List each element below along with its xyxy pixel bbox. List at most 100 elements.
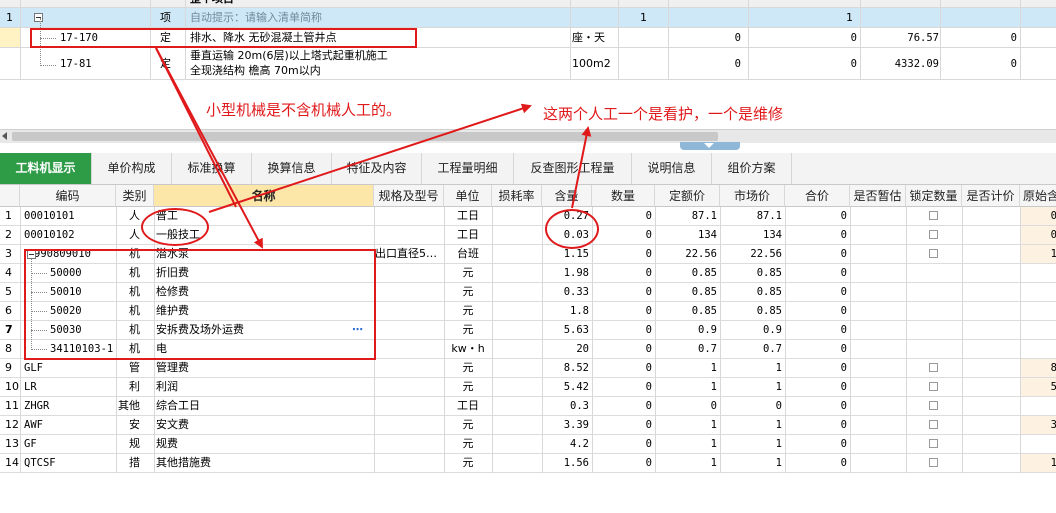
tab-reverse-lookup[interactable]: 反查图形工程量 — [514, 153, 632, 184]
top-row-17-81[interactable]: 17-81 定 垂直运输 20m(6层)以上塔式起重机施工 全现浇结构 檐高 7… — [0, 48, 1056, 80]
lock-quantity-checkbox[interactable] — [929, 439, 938, 448]
cell-no: 13 — [5, 437, 19, 450]
top-row-name-line1[interactable]: 垂直运输 20m(6层)以上塔式起重机施工 — [190, 48, 405, 63]
cell-qty: 0 — [645, 248, 652, 260]
top-row-project[interactable]: 1 项 自动提示：请输入清单简称 1 1 — [0, 8, 1056, 28]
cell-market[interactable]: 1 — [720, 359, 785, 377]
cell-market[interactable]: 134 — [720, 226, 785, 244]
cell-market[interactable]: 22.56 — [720, 245, 785, 263]
cell-market[interactable]: 1 — [720, 416, 785, 434]
cell-name[interactable]: 利润 — [154, 378, 374, 396]
cell-market[interactable]: 87.1 — [720, 207, 785, 225]
cell-orig: 0 — [1020, 226, 1056, 244]
lock-quantity-checkbox[interactable] — [929, 420, 938, 429]
tab-unit-price[interactable]: 单价构成 — [92, 153, 172, 184]
cell-unit: 元 — [462, 437, 474, 450]
cell-content[interactable]: 3.39 — [542, 416, 592, 434]
cell-market[interactable]: 1 — [720, 435, 785, 453]
cell-quota: 1 — [710, 438, 717, 450]
cell-content[interactable]: 20 — [542, 340, 592, 358]
cell-market[interactable]: 0.9 — [720, 321, 785, 339]
tab-features[interactable]: 特征及内容 — [332, 153, 422, 184]
cell-market[interactable]: 0.85 — [720, 302, 785, 320]
tab-pricing-plan[interactable]: 组价方案 — [712, 153, 792, 184]
tab-quantity-detail[interactable]: 工程量明细 — [422, 153, 514, 184]
resource-row[interactable]: 10 LR 利利润元 5.42 0 1 1 0 5 — [0, 378, 1056, 397]
lock-quantity-checkbox[interactable] — [929, 401, 938, 410]
cell-content[interactable]: 1.56 — [542, 454, 592, 472]
cell-name[interactable]: 综合工日 — [154, 397, 374, 415]
cell-content[interactable]: 0.33 — [542, 283, 592, 301]
scrollbar-thumb[interactable] — [12, 132, 718, 141]
cell-code: ZHGR — [24, 400, 50, 412]
col-quota-price-header[interactable]: 定额价 — [655, 185, 720, 207]
col-qty-header[interactable]: 数量 — [592, 185, 655, 207]
scroll-left-arrow-icon[interactable] — [2, 132, 7, 140]
top-row-v3: 76.57 — [907, 32, 939, 44]
cell-quota: 87.1 — [691, 210, 717, 222]
col-estimate-header[interactable]: 是否暂估 — [850, 185, 906, 207]
cell-content[interactable]: 1.98 — [542, 264, 592, 282]
resource-row[interactable]: 11 ZHGR 其他 综合工日 工日 0.3 0 0 0 0 — [0, 397, 1056, 416]
cell-market[interactable]: 1 — [720, 378, 785, 396]
tab-standard-conversion[interactable]: 标准换算 — [172, 153, 252, 184]
col-spec-header[interactable]: 规格及型号 — [374, 185, 444, 207]
lock-quantity-checkbox[interactable] — [929, 211, 938, 220]
top-grid-header: 整个项目 — [0, 0, 1056, 8]
col-total-header[interactable]: 合价 — [785, 185, 850, 207]
cell-name[interactable]: 其他措施费 — [154, 454, 374, 472]
cell-market[interactable]: 0.85 — [720, 283, 785, 301]
cell-total: 0 — [840, 324, 847, 336]
cell-content[interactable]: 4.2 — [542, 435, 592, 453]
cell-content[interactable]: 1.8 — [542, 302, 592, 320]
cell-market[interactable]: 0 — [720, 397, 785, 415]
cell-name[interactable]: 安文费 — [154, 416, 374, 434]
cell-no: 9 — [5, 361, 12, 374]
cell-total: 0 — [840, 381, 847, 393]
cell-total: 0 — [840, 362, 847, 374]
col-loss-header[interactable]: 损耗率 — [492, 185, 542, 207]
resource-row[interactable]: 12 AWF 安 安文费 元 3.39 0 1 1 0 3 — [0, 416, 1056, 435]
resource-row[interactable]: 14 QTCSF 措其他措施费元 1.56 0 1 1 0 1 — [0, 454, 1056, 473]
col-category-header[interactable]: 类别 — [116, 185, 154, 207]
col-code-header[interactable]: 编码 — [20, 185, 116, 207]
horizontal-scrollbar[interactable] — [0, 129, 1056, 143]
cell-no: 8 — [5, 342, 12, 355]
tab-description[interactable]: 说明信息 — [632, 153, 712, 184]
cell-quota: 134 — [698, 229, 717, 241]
tab-conversion-info[interactable]: 换算信息 — [252, 153, 332, 184]
lock-quantity-checkbox[interactable] — [929, 458, 938, 467]
resource-row[interactable]: 9 GLF 管 管理费 元 8.52 0 1 1 0 8 — [0, 359, 1056, 378]
cell-content[interactable]: 8.52 — [542, 359, 592, 377]
col-market-price-header[interactable]: 市场价 — [720, 185, 785, 207]
cell-name[interactable]: 规费 — [154, 435, 374, 453]
highlight-box-top-row — [30, 28, 417, 48]
cell-content[interactable]: 5.63 — [542, 321, 592, 339]
resource-row[interactable]: 13 GF 规 规费 元 4.2 0 1 1 0 — [0, 435, 1056, 454]
tab-material-machine[interactable]: 工料机显示 — [0, 153, 92, 184]
col-index-header — [0, 185, 20, 207]
lock-quantity-checkbox[interactable] — [929, 363, 938, 372]
col-content-header[interactable]: 含量 — [542, 185, 592, 207]
cell-name[interactable]: 管理费 — [154, 359, 374, 377]
splitter-handle[interactable] — [680, 142, 740, 150]
cell-content[interactable]: 0.3 — [542, 397, 592, 415]
top-row-name[interactable]: 自动提示：请输入清单简称 — [190, 9, 390, 27]
col-unit-header[interactable]: 单位 — [444, 185, 492, 207]
cell-market[interactable]: 0.7 — [720, 340, 785, 358]
top-row-v4: 0 — [1010, 32, 1017, 44]
col-priced-header[interactable]: 是否计价 — [962, 185, 1020, 207]
cell-qty: 0 — [645, 362, 652, 374]
row-selector[interactable] — [0, 28, 20, 47]
lock-quantity-checkbox[interactable] — [929, 230, 938, 239]
cell-cat: 利 — [129, 380, 140, 393]
cell-market[interactable]: 0.85 — [720, 264, 785, 282]
lock-quantity-checkbox[interactable] — [929, 249, 938, 258]
col-name-header[interactable]: 名称 — [154, 185, 374, 207]
top-row-code: 17-81 — [60, 58, 92, 70]
col-lock-header[interactable]: 锁定数量 — [906, 185, 962, 207]
col-original-header[interactable]: 原始含 — [1020, 185, 1056, 207]
lock-quantity-checkbox[interactable] — [929, 382, 938, 391]
cell-content[interactable]: 5.42 — [542, 378, 592, 396]
cell-market[interactable]: 1 — [720, 454, 785, 472]
